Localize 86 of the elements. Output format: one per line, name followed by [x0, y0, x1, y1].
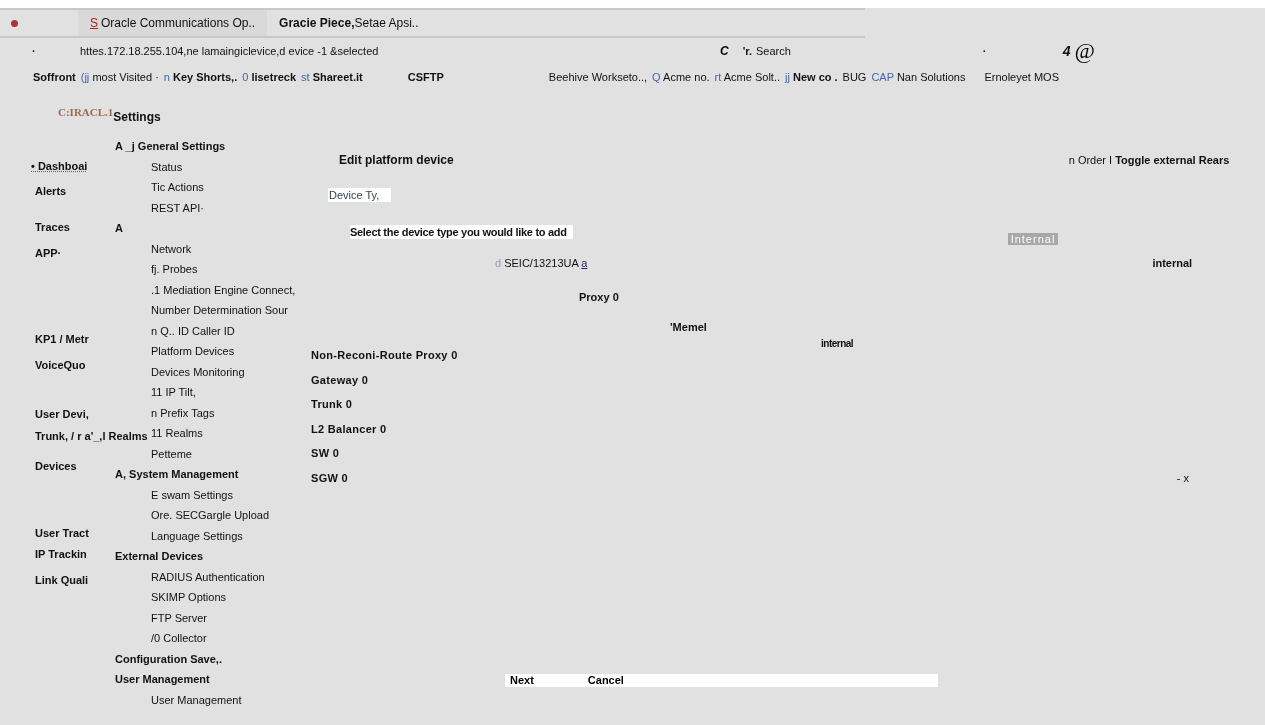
nav-item[interactable]: Platform Devices: [151, 341, 235, 362]
sidebar-item[interactable]: User Devi,: [35, 408, 89, 422]
prompt-text: Select the device type you would like to add: [350, 225, 573, 239]
bookmark-link[interactable]: Beehive Workseto..,: [548, 71, 648, 83]
logo-text: C:IRACL.1: [58, 106, 114, 118]
order-label: n Order I: [1068, 154, 1114, 166]
nav-group-heading[interactable]: A, System Management: [115, 464, 239, 485]
bookmark-link[interactable]: st Shareet.it: [301, 71, 363, 83]
browser-tab[interactable]: Gracie Piece,Setae Apsi..: [267, 10, 431, 36]
nav-group-heading[interactable]: External Devices: [115, 546, 204, 567]
sidebar-item[interactable]: Traces: [35, 221, 70, 235]
bookmark-link[interactable]: BUG: [842, 71, 867, 83]
menu-dot-icon: ·: [982, 45, 1063, 57]
search-field[interactable]: Search: [756, 45, 897, 57]
sidebar-item[interactable]: • Dashboai: [31, 160, 88, 174]
device-option[interactable]: d SEIC/13213UA a: [495, 257, 588, 269]
sidebar-item[interactable]: VoiceQuo: [35, 359, 86, 373]
sidebar-item[interactable]: Alerts: [35, 185, 67, 199]
page-title: Settings: [113, 110, 161, 124]
nav-item[interactable]: Number Determination Sour: [151, 300, 288, 321]
nav-item[interactable]: RADIUS Authentication: [151, 566, 265, 587]
nav-item[interactable]: 11 Realms: [151, 423, 203, 444]
device-type[interactable]: 'Memel: [670, 321, 1265, 333]
nav-group-heading[interactable]: A _j General Settings: [115, 136, 226, 157]
nav-item[interactable]: E swam Settings: [151, 484, 233, 505]
browser-tab[interactable]: S Oracle Communications Op..: [78, 10, 268, 36]
sidebar-item[interactable]: APP·: [35, 247, 62, 261]
sidebar-item[interactable]: User Tract: [35, 527, 89, 541]
nav-item[interactable]: Language Settings: [151, 525, 243, 546]
counter-badge[interactable]: 4: [1062, 43, 1071, 59]
nav-item[interactable]: Devices Monitoring: [151, 361, 245, 382]
nav-item[interactable]: SKIMP Options: [151, 587, 226, 608]
nav-item[interactable]: Petteme: [151, 443, 192, 464]
nav-group-heading[interactable]: User Management: [115, 669, 210, 690]
nav-item[interactable]: REST API·: [151, 197, 204, 218]
search-prefix-text: 'r.: [742, 45, 753, 57]
bookmark-link[interactable]: CAP Nan Solutions: [871, 71, 966, 83]
record-dot-icon: [11, 19, 18, 27]
sidebar-item[interactable]: IP Trackin: [35, 548, 87, 562]
internal-label: internal: [821, 338, 855, 349]
url-field[interactable]: httes.172.18.255.104,ne lamaingiclevice,d evice -1 &selected: [80, 45, 720, 57]
account-button[interactable]: @: [1072, 38, 1097, 64]
nav-item[interactable]: n Q.. ID Caller ID: [151, 320, 235, 341]
field-label: Device Ty,: [328, 188, 392, 202]
device-type[interactable]: SW 0: [311, 447, 340, 472]
sidebar-item[interactable]: KP1 / Metr: [35, 333, 89, 347]
page-dot-icon: ·: [32, 45, 72, 57]
nav-item[interactable]: fj. Probes: [151, 259, 198, 280]
device-type[interactable]: L2 Balancer 0: [311, 422, 387, 447]
sidebar-item[interactable]: Trunk, / r a'_,l Realms: [35, 430, 148, 444]
device-type[interactable]: Gateway 0: [311, 373, 369, 398]
bookmark-link[interactable]: 0 lisetreck: [242, 71, 297, 83]
sidebar-item[interactable]: Link Quali: [35, 574, 89, 588]
nav-group-heading[interactable]: A: [115, 218, 123, 239]
form-button[interactable]: Next: [505, 674, 538, 687]
reload-button[interactable]: C: [720, 44, 729, 58]
device-type[interactable]: SGW 0: [311, 471, 348, 496]
bookmark-link[interactable]: (jj most Visited ·: [80, 71, 159, 83]
device-type[interactable]: Proxy 0: [579, 291, 1265, 303]
nav-item[interactable]: User Management: [151, 689, 242, 710]
nav-item[interactable]: /0 Collector: [151, 628, 207, 649]
bookmark-link[interactable]: Q Acme no.: [652, 71, 710, 83]
bookmark-link[interactable]: n Key Shorts,.: [163, 71, 238, 83]
device-type[interactable]: Trunk 0: [311, 398, 353, 423]
nav-item[interactable]: Tic Actions: [151, 177, 204, 198]
nav-item[interactable]: Network: [151, 238, 192, 259]
internal-label: internal: [1152, 257, 1193, 269]
sidebar-item[interactable]: Devices: [35, 460, 77, 474]
bookmark-link[interactable]: jj New co .: [785, 71, 838, 83]
column-heading: Internal: [1007, 233, 1059, 245]
bookmark-link[interactable]: Ernoleyet MOS: [984, 71, 1059, 83]
close-button[interactable]: - x: [1176, 472, 1189, 484]
nav-group-heading[interactable]: Configuration Save,.: [115, 648, 222, 669]
toggle-link[interactable]: Toggle external Rears: [1115, 154, 1230, 166]
nav-item[interactable]: n Prefix Tags: [151, 402, 215, 423]
form-title: Edit platform device: [339, 153, 454, 167]
nav-item[interactable]: .1 Mediation Engine Connect,: [151, 279, 296, 300]
nav-item[interactable]: 11 IP Tilt,: [151, 382, 196, 403]
nav-item[interactable]: Ore. SECGargle Upload: [151, 505, 269, 526]
device-type[interactable]: Non-Reconi-Route Proxy 0: [311, 349, 458, 374]
form-button[interactable]: Cancel: [582, 674, 628, 687]
nav-item[interactable]: FTP Server: [151, 607, 208, 628]
bookmark-link[interactable]: CSFTP: [407, 71, 444, 83]
bookmark-link[interactable]: Soffront: [33, 71, 76, 83]
nav-item[interactable]: Status: [151, 156, 183, 177]
bookmark-link[interactable]: rt Acme Solt..: [714, 71, 780, 83]
